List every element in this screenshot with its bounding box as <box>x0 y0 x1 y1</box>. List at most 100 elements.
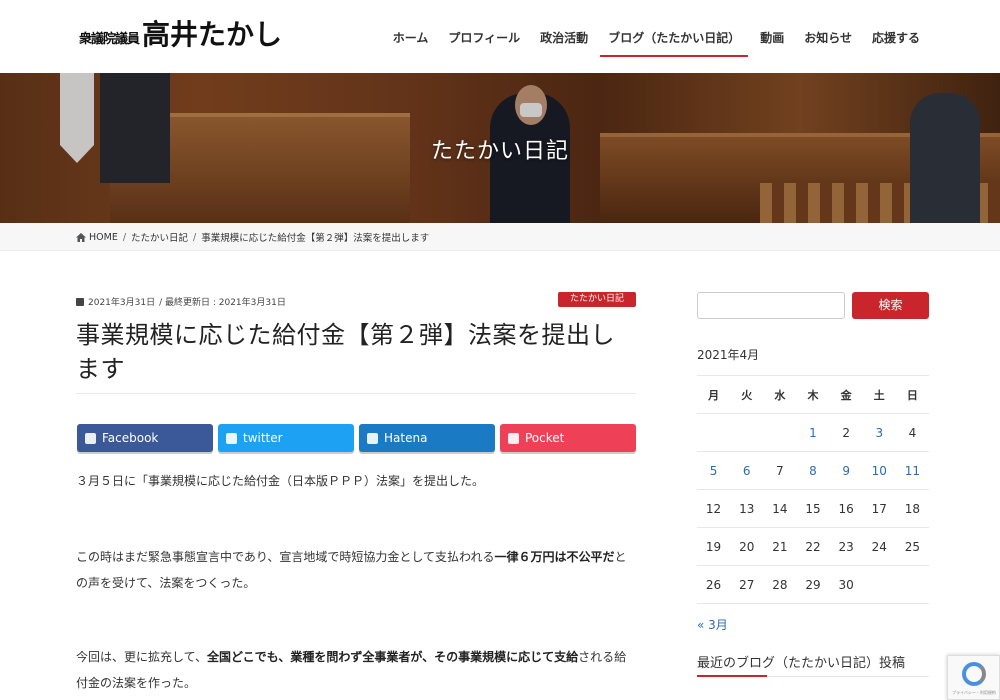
breadcrumb-items: HOME / たたかい日記 / 事業規模に応じた給付金【第２弾】法案を提出します <box>76 230 429 244</box>
calendar-day[interactable]: 8 <box>796 451 830 490</box>
calendar-day: 20 <box>730 527 764 566</box>
calendar-day[interactable]: 11 <box>895 451 929 490</box>
breadcrumb-separator: / <box>122 231 127 243</box>
post-paragraph: この時はまだ緊急事態宣言中であり、宣言地域で時短協力金として支払われる一律６万円… <box>76 544 636 596</box>
site-header: 衆議院議員 高井たかし ホーム プロフィール 政治活動 ブログ（たたかい日記） … <box>0 0 1000 73</box>
calendar-empty-cell <box>862 565 896 604</box>
calendar-week: 19 20 21 22 23 24 25 <box>697 527 929 566</box>
calendar-week: 26 27 28 29 30 <box>697 565 929 604</box>
weekday: 木 <box>796 375 830 414</box>
calendar-day: 13 <box>730 489 764 528</box>
calendar-empty-cell <box>730 413 764 452</box>
calendar-day: 16 <box>829 489 863 528</box>
post-meta: 2021年3月31日 / 最終更新日 : 2021年3月31日 <box>76 295 286 308</box>
paragraph-text: 今回は、更に拡充して、 <box>76 650 208 664</box>
weekday: 水 <box>763 375 797 414</box>
hero-banner: たたかい日記 <box>0 73 1000 223</box>
share-facebook-button[interactable]: Facebook <box>77 424 213 452</box>
recaptcha-icon <box>962 662 986 686</box>
logo-name: 高井たかし <box>142 18 283 51</box>
nav-profile[interactable]: プロフィール <box>438 0 530 73</box>
nav-home[interactable]: ホーム <box>383 0 439 73</box>
paragraph-text: この時はまだ緊急事態宣言中であり、宣言地域で時短協力金として支払われる <box>76 550 495 564</box>
calendar-day: 30 <box>829 565 863 604</box>
calendar-day: 26 <box>697 565 731 604</box>
nav-news[interactable]: お知らせ <box>794 0 862 73</box>
calendar-day[interactable]: 3 <box>862 413 896 452</box>
post-date: 2021年3月31日 <box>88 298 156 308</box>
calendar-day: 12 <box>697 489 731 528</box>
calendar-day: 17 <box>862 489 896 528</box>
breadcrumb-current: 事業規模に応じた給付金【第２弾】法案を提出します <box>201 233 430 244</box>
site-logo[interactable]: 衆議院議員 高井たかし <box>79 18 282 52</box>
calendar-day: 15 <box>796 489 830 528</box>
calendar-day: 14 <box>763 489 797 528</box>
weekday: 月 <box>697 375 731 414</box>
home-icon <box>76 232 86 242</box>
share-hatena-button[interactable]: Hatena <box>359 424 495 452</box>
weekday: 土 <box>862 375 896 414</box>
recaptcha-text: プライバシー・利用規約 <box>952 690 996 695</box>
calendar-day: 29 <box>796 565 830 604</box>
hatena-icon <box>367 432 378 444</box>
calendar-weekdays: 月 火 水 木 金 土 日 <box>697 375 929 414</box>
calendar-caption: 2021年4月 <box>697 348 760 362</box>
calendar-table: 月 火 水 木 金 土 日 1 2 3 4 5 6 7 8 9 10 11 12 13 14 15 16 17 1… <box>697 375 929 604</box>
calendar-day: 4 <box>895 413 929 452</box>
nav-blog[interactable]: ブログ（たたかい日記） <box>598 0 750 73</box>
weekday: 金 <box>829 375 863 414</box>
breadcrumb-separator: / <box>193 231 197 243</box>
calendar-day[interactable]: 10 <box>862 451 896 490</box>
calendar-day: 22 <box>796 527 830 566</box>
calendar-day: 7 <box>763 451 797 490</box>
share-hatena-label: Hatena <box>384 431 428 445</box>
nav-support[interactable]: 応援する <box>862 0 930 73</box>
recent-posts-heading: 最近のブログ（たたかい日記）投稿 <box>697 656 906 671</box>
calendar-day[interactable]: 9 <box>829 451 863 490</box>
breadcrumb: HOME / たたかい日記 / 事業規模に応じた給付金【第２弾】法案を提出します <box>0 223 1000 251</box>
twitter-icon <box>226 432 237 444</box>
breadcrumb-category[interactable]: たたかい日記 <box>131 230 188 244</box>
search-input[interactable] <box>697 292 845 319</box>
calendar-prev-month-link[interactable]: « 3月 <box>697 616 728 633</box>
share-buttons: Facebook twitter Hatena Pocket <box>77 424 636 452</box>
calendar-empty-cell <box>763 413 797 452</box>
post-title: 事業規模に応じた給付金【第２弾】法案を提出します <box>76 321 615 383</box>
search-button[interactable]: 検索 <box>852 292 929 319</box>
calendar-day[interactable]: 6 <box>730 451 764 490</box>
calendar-empty-cell <box>895 565 929 604</box>
main-nav: ホーム プロフィール 政治活動 ブログ（たたかい日記） 動画 お知らせ 応援する <box>383 0 930 73</box>
calendar-empty-cell <box>697 413 731 452</box>
calendar-body: 1 2 3 4 5 6 7 8 9 10 11 12 13 14 15 16 17 18 19 20 21 22 23 24 2… <box>697 413 929 604</box>
calendar-day: 21 <box>763 527 797 566</box>
share-twitter-button[interactable]: twitter <box>218 424 354 452</box>
calendar-day: 25 <box>895 527 929 566</box>
category-badge[interactable]: たたかい日記 <box>558 292 636 307</box>
hero-title: たたかい日記 <box>430 139 569 164</box>
paragraph-emphasis: 全国どこでも、業種を問わず全事業者が、その事業規模に応じて支給 <box>207 650 579 664</box>
calendar-day: 19 <box>697 527 731 566</box>
paragraph-emphasis: 一律６万円は不公平だ <box>494 550 615 564</box>
calendar-icon <box>76 297 84 306</box>
share-pocket-button[interactable]: Pocket <box>500 424 636 452</box>
calendar-day: 23 <box>829 527 863 566</box>
calendar-week: 12 13 14 15 16 17 18 <box>697 489 929 528</box>
share-twitter-label: twitter <box>243 431 283 445</box>
calendar-day: 2 <box>829 413 863 452</box>
nav-videos[interactable]: 動画 <box>750 0 794 73</box>
recaptcha-badge[interactable]: プライバシー・利用規約 <box>947 655 1000 700</box>
nav-activities[interactable]: 政治活動 <box>530 0 598 73</box>
calendar-day: 24 <box>862 527 896 566</box>
weekday: 日 <box>895 375 929 414</box>
post-paragraph: 今回は、更に拡充して、全国どこでも、業種を問わず全事業者が、その事業規模に応じて… <box>76 644 636 696</box>
post-paragraph: ３月５日に「事業規模に応じた給付金（日本版ＰＰＰ）法案」を提出した。 <box>76 474 485 488</box>
calendar-week: 5 6 7 8 9 10 11 <box>697 451 929 490</box>
calendar-day[interactable]: 1 <box>796 413 830 452</box>
title-divider <box>76 393 636 394</box>
breadcrumb-home[interactable]: HOME <box>89 232 118 243</box>
calendar-day: 28 <box>763 565 797 604</box>
facebook-icon <box>85 432 96 444</box>
calendar-week: 1234 <box>697 413 929 452</box>
logo-subtitle: 衆議院議員 <box>79 32 140 47</box>
calendar-day[interactable]: 5 <box>697 451 731 490</box>
